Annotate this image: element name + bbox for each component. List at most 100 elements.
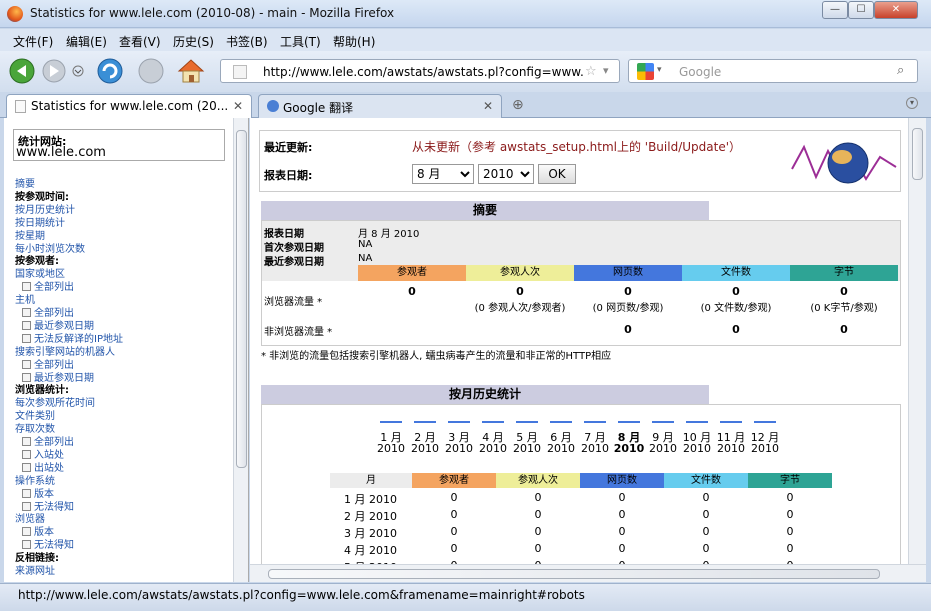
subitem-icon	[22, 372, 31, 382]
month-row-value: 0	[702, 491, 710, 504]
summary-column-header: 字节	[790, 265, 898, 281]
browser-traffic-value: 0	[624, 285, 632, 298]
back-arrow-icon[interactable]	[8, 57, 36, 85]
summary-column-header: 参观者	[358, 265, 466, 281]
site-name: www.lele.com	[16, 145, 106, 160]
summary-row-value: 月 8 月 2010	[358, 229, 420, 240]
subitem-icon	[22, 359, 31, 369]
month-year-label: 2010	[445, 442, 473, 455]
tab-label: Google 翻译	[283, 101, 354, 115]
subitem-icon	[22, 333, 31, 343]
month-year-label: 2010	[649, 442, 677, 455]
scroll-thumb[interactable]	[236, 130, 247, 468]
search-input[interactable]: Google	[679, 65, 721, 79]
tab-google-translate[interactable]: Google 翻译 ✕	[258, 94, 502, 118]
month-select[interactable]: 8 月	[412, 164, 474, 184]
month-row-value: 0	[702, 508, 710, 521]
menu-edit[interactable]: 编辑(E)	[66, 33, 107, 50]
month-bar	[448, 421, 470, 423]
tab-statistics[interactable]: Statistics for www.lele.com (20... ✕	[6, 94, 252, 118]
subitem-icon	[22, 308, 31, 317]
month-row-value: 0	[786, 542, 794, 555]
subitem-label: 全部列出	[34, 282, 74, 294]
subitem-icon	[22, 437, 31, 446]
last-update-label: 最近更新:	[264, 141, 313, 154]
subitem-icon	[22, 320, 31, 330]
month-year-label: 2010	[751, 442, 779, 455]
reload-icon[interactable]	[96, 57, 124, 85]
close-window-button[interactable]: ✕	[874, 1, 918, 19]
subitem-icon	[22, 462, 31, 472]
new-tab-icon[interactable]: ⊕	[512, 97, 524, 113]
report-date-label: 报表日期:	[264, 169, 313, 182]
month-row-value: 0	[450, 508, 458, 521]
month-bar	[380, 421, 402, 423]
monthly-column-header: 文件数	[664, 473, 748, 488]
forward-arrow-icon[interactable]	[40, 57, 68, 85]
ok-button[interactable]: OK	[538, 164, 576, 184]
main-scrollbar-vertical[interactable]	[908, 118, 926, 564]
month-year-label: 2010	[683, 442, 711, 455]
month-bar	[720, 421, 742, 423]
awstats-logo	[791, 142, 897, 184]
month-row-value: 0	[450, 542, 458, 555]
url-text[interactable]: http://www.lele.com/awstats/awstats.pl?c…	[263, 65, 583, 79]
month-bar	[516, 421, 538, 423]
tab-list-icon[interactable]: ▾	[906, 97, 918, 109]
month-row-value: 0	[534, 525, 542, 538]
tab-close-icon[interactable]: ✕	[233, 99, 243, 113]
browser-traffic-ratio: (0 网页数/参观)	[592, 303, 664, 314]
engine-dropdown-icon[interactable]: ▾	[657, 65, 662, 75]
month-row-value: 0	[702, 542, 710, 555]
month-row-label: 2 月 2010	[344, 510, 397, 523]
tab-close-icon[interactable]: ✕	[483, 99, 493, 113]
scroll-thumb[interactable]	[912, 128, 923, 180]
year-select[interactable]: 2010	[478, 164, 534, 184]
month-row-value: 0	[786, 508, 794, 521]
menu-bookmarks[interactable]: 书签(B)	[226, 33, 268, 50]
scroll-thumb[interactable]	[268, 569, 880, 579]
firefox-icon	[7, 6, 23, 22]
sidebar-item-link[interactable]: 来源网址	[15, 562, 55, 577]
summary-row-label: 最近参观日期	[264, 257, 324, 268]
navigation-toolbar: http://www.lele.com/awstats/awstats.pl?c…	[0, 51, 931, 92]
subitem-icon	[22, 540, 31, 550]
menu-view[interactable]: 查看(V)	[119, 33, 161, 50]
tab-label: Statistics for www.lele.com (20...	[31, 99, 229, 113]
left-nav-frame: 统计网站: www.lele.com 摘要 按参观时间: 按月历史统计 按日期统计 按星…	[4, 118, 249, 582]
search-bar[interactable]: ▾ Google ⌕	[628, 59, 918, 83]
month-bar	[754, 421, 776, 423]
month-year-label: 2010	[513, 442, 541, 455]
month-bar	[618, 421, 640, 423]
history-dropdown-icon[interactable]	[72, 65, 84, 77]
stop-icon[interactable]	[137, 57, 165, 85]
left-scrollbar[interactable]	[233, 118, 248, 582]
dropdown-arrow-icon[interactable]: ▾	[603, 64, 609, 77]
browser-traffic-ratio: (0 文件数/参观)	[700, 303, 772, 314]
google-icon[interactable]	[637, 63, 654, 80]
globe-icon	[267, 100, 279, 112]
main-scrollbar-horizontal[interactable]	[250, 564, 926, 582]
monthly-table: 1 月 2010 2 月 2010 3 月 2010 4 月 2010 5 月 2010 6 月 20…	[261, 404, 901, 582]
title-bar: Statistics for www.lele.com (2010-08) - …	[0, 0, 931, 28]
minimize-button[interactable]: —	[822, 1, 848, 19]
menu-tools[interactable]: 工具(T)	[280, 33, 321, 50]
maximize-button[interactable]: ☐	[848, 1, 874, 19]
search-icon[interactable]: ⌕	[897, 63, 904, 78]
menu-help[interactable]: 帮助(H)	[333, 33, 375, 50]
month-bar	[414, 421, 436, 423]
last-update-value[interactable]: 从未更新（参考 awstats_setup.html上的 'Build/Upda…	[412, 138, 741, 155]
month-row-value: 0	[618, 542, 626, 555]
bookmark-star-icon[interactable]: ☆	[585, 64, 597, 79]
url-bar[interactable]: http://www.lele.com/awstats/awstats.pl?c…	[220, 59, 620, 83]
summary-title: 摘要	[261, 201, 709, 220]
status-bar: http://www.lele.com/awstats/awstats.pl?c…	[0, 583, 931, 611]
home-icon[interactable]	[176, 57, 206, 85]
month-row-value: 0	[618, 508, 626, 521]
menu-file[interactable]: 文件(F)	[13, 33, 53, 50]
nonbrowser-traffic-value: 0	[840, 323, 848, 336]
summary-row-label: 首次参观日期	[264, 243, 324, 254]
menu-history[interactable]: 历史(S)	[173, 33, 214, 50]
monthly-column-header: 字节	[748, 473, 832, 488]
month-row-label: 1 月 2010	[344, 493, 397, 506]
